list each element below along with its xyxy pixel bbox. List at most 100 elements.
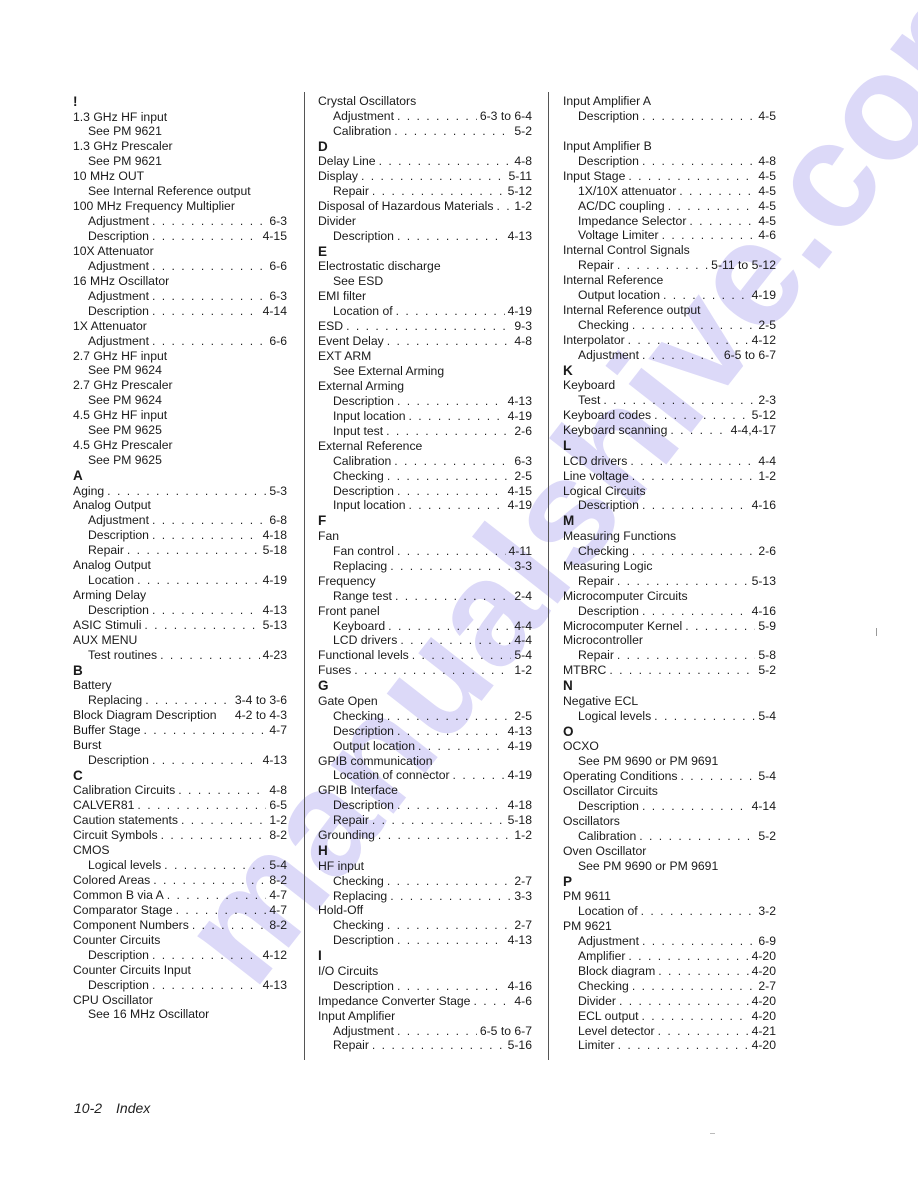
index-term: Input location bbox=[333, 408, 406, 423]
dot-leader bbox=[152, 528, 260, 543]
index-term: Checking bbox=[333, 918, 384, 933]
index-entry: CMOS bbox=[73, 843, 287, 858]
index-entry: Fan bbox=[318, 529, 532, 544]
index-subentry: See PM 9690 or PM 9691 bbox=[563, 859, 776, 874]
page-reference: 1-2 bbox=[758, 468, 776, 483]
page-reference: 5-18 bbox=[262, 543, 287, 558]
index-term: Frequency bbox=[318, 573, 376, 588]
index-term: See PM 9621 bbox=[88, 154, 162, 169]
index-term: Adjustment bbox=[578, 347, 639, 362]
page-reference: 3-4 to 3-6 bbox=[234, 693, 287, 708]
index-term: Microcomputer Circuits bbox=[563, 588, 688, 603]
index-subentry: Logical levels 5-4 bbox=[73, 858, 287, 873]
index-subentry: Description 4-13 bbox=[318, 933, 532, 948]
dot-leader bbox=[192, 918, 267, 933]
index-term: See PM 9690 or PM 9691 bbox=[578, 858, 719, 873]
index-subentry: Repair 5-13 bbox=[563, 574, 776, 589]
index-term: Input Amplifier A bbox=[563, 94, 652, 108]
index-subentry: Description 4-18 bbox=[318, 798, 532, 813]
index-term: PM 9621 bbox=[563, 918, 612, 933]
dot-leader bbox=[379, 154, 512, 169]
dot-leader bbox=[642, 799, 749, 814]
index-subentry: Replacing 3-3 bbox=[318, 559, 532, 574]
index-term: Internal Control Signals bbox=[563, 243, 690, 258]
index-subentry: Repair 5-18 bbox=[73, 543, 287, 558]
index-term: Delay Line bbox=[318, 154, 376, 169]
index-term: See 16 MHz Oscillator bbox=[88, 1007, 210, 1022]
index-term: Description bbox=[333, 393, 394, 408]
dot-leader bbox=[386, 424, 511, 439]
page-reference: 4-19 bbox=[507, 408, 532, 423]
page-reference: 4-7 bbox=[269, 723, 287, 738]
page-reference: 4-5 bbox=[758, 213, 776, 228]
index-entry: Crystal Oscillators bbox=[318, 94, 532, 109]
index-subentry: Input location 4-19 bbox=[318, 409, 532, 424]
dot-leader bbox=[668, 199, 756, 214]
index-entry: Analog Output bbox=[73, 558, 287, 573]
dot-leader bbox=[397, 1024, 477, 1039]
index-term: Checking bbox=[333, 468, 384, 483]
index-entry: 1.3 GHz HF input bbox=[73, 110, 287, 125]
index-entry: Microcontroller bbox=[563, 633, 776, 648]
index-term: Keyboard bbox=[563, 378, 616, 393]
index-term: Description bbox=[333, 483, 394, 498]
index-term: Adjustment bbox=[578, 933, 639, 948]
index-term: 1X Attenuator bbox=[73, 318, 147, 333]
index-entry: Delay Line 4-8 bbox=[318, 154, 532, 169]
index-term: Description bbox=[88, 977, 149, 992]
dot-leader bbox=[453, 768, 505, 783]
index-entry: Keyboard bbox=[563, 378, 776, 393]
index-subentry: Location of 4-19 bbox=[318, 304, 532, 319]
index-entry: Internal Reference bbox=[563, 273, 776, 288]
index-term: Description bbox=[578, 498, 639, 513]
page-reference: 5-8 bbox=[758, 648, 776, 663]
page-reference: 5-11 to 5-12 bbox=[711, 258, 776, 273]
page-number: 10-2 bbox=[74, 1100, 103, 1116]
index-term: CPU Oscillator bbox=[73, 992, 153, 1007]
dot-leader bbox=[654, 408, 749, 423]
dot-leader bbox=[397, 484, 505, 499]
page-reference: 5-2 bbox=[758, 828, 776, 843]
dot-leader bbox=[619, 994, 749, 1009]
page-reference: 4-14 bbox=[751, 798, 776, 813]
index-term: I/O Circuits bbox=[318, 963, 379, 978]
index-term: See PM 9625 bbox=[88, 453, 162, 468]
index-subentry: Adjustment 6-3 bbox=[73, 289, 287, 304]
page-reference: 4-4 bbox=[514, 633, 532, 648]
dot-leader bbox=[387, 334, 512, 349]
index-entry: Colored Areas 8-2 bbox=[73, 873, 287, 888]
page-reference: 3-2 bbox=[758, 904, 776, 918]
page-reference: 5-12 bbox=[507, 184, 532, 199]
index-term: Logical levels bbox=[578, 708, 652, 723]
index-subentry: LCD drivers 4-4 bbox=[318, 633, 532, 648]
page-reference: 4-13 bbox=[262, 752, 287, 767]
index-entry: EXT ARM bbox=[318, 349, 532, 364]
index-term: Checking bbox=[578, 543, 629, 558]
index-subentry: Description 4-16 bbox=[563, 498, 776, 513]
dot-leader bbox=[152, 304, 260, 319]
index-term: Calibration bbox=[333, 123, 392, 138]
index-term: Input Amplifier B bbox=[563, 138, 652, 153]
page-reference: 6-3 bbox=[269, 288, 287, 303]
dot-leader bbox=[632, 979, 756, 994]
index-term: Interpolator bbox=[563, 333, 625, 347]
index-subentry: See External Arming bbox=[318, 364, 532, 379]
index-term: Description bbox=[88, 528, 149, 543]
index-subentry: Adjustment 6-3 bbox=[73, 214, 287, 229]
page-reference: 2-7 bbox=[514, 873, 532, 888]
index-term: Input Stage bbox=[563, 168, 626, 183]
dot-leader bbox=[642, 498, 749, 513]
page-reference: 4-6 bbox=[514, 993, 532, 1008]
index-subentry: Calibration 5-2 bbox=[318, 124, 532, 139]
index-term: ASIC Stimuli bbox=[73, 617, 142, 632]
index-subentry: Adjustment 6-8 bbox=[73, 513, 287, 528]
column-divider bbox=[548, 92, 549, 1060]
index-term: 1.3 GHz Prescaler bbox=[73, 139, 173, 154]
dot-leader bbox=[642, 1009, 749, 1024]
index-term: Checking bbox=[578, 318, 629, 333]
index-term: 10X Attenuator bbox=[73, 243, 154, 258]
index-term: Adjustment bbox=[88, 214, 149, 229]
index-subentry: Description 4-16 bbox=[563, 604, 776, 619]
index-section-letter: H bbox=[318, 843, 328, 859]
